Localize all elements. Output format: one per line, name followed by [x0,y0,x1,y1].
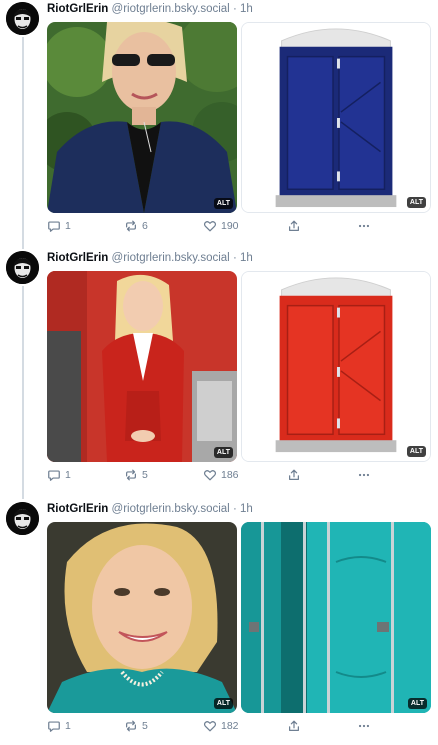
post-time[interactable]: 1h [240,3,253,15]
like-count: 186 [221,469,239,481]
alt-badge[interactable]: ALT [407,698,427,709]
separator: · [232,252,237,264]
avatar[interactable] [6,502,39,535]
more-options-button[interactable] [357,218,371,234]
repost-button[interactable]: 5 [124,718,148,734]
post[interactable]: RiotGrlErin @riotgrlerin.bsky.social · 1… [0,250,438,500]
photo-woman-red-suit[interactable]: ALT [47,271,237,462]
photo-portable-toilet[interactable]: ALT [241,271,431,462]
reply-count: 1 [65,720,71,732]
image-grid: ALT ALT [47,271,432,462]
more-dots-icon [358,724,370,728]
speech-bubble-icon [48,721,60,732]
alt-badge[interactable]: ALT [406,446,426,457]
repost-arrows-icon [126,720,136,732]
repost-arrows-icon [126,220,136,232]
share-icon [289,720,299,731]
alt-badge[interactable]: ALT [213,447,233,458]
author-name[interactable]: RiotGrlErin [47,3,108,15]
author-handle[interactable]: @riotgrlerin.bsky.social [112,503,230,515]
author-handle[interactable]: @riotgrlerin.bsky.social [112,3,230,15]
speech-bubble-icon [48,221,60,232]
heart-icon [203,470,217,481]
separator: · [232,503,237,515]
alt-badge[interactable]: ALT [406,197,426,208]
reply-button[interactable]: 1 [47,718,71,734]
post-actions: 1 5 186 [47,467,432,483]
more-dots-icon [358,224,370,228]
post[interactable]: RiotGrlErin @riotgrlerin.bsky.social · 1… [0,501,438,745]
post-actions: 1 6 190 [47,218,432,234]
heart-icon [203,721,217,732]
speech-bubble-icon [48,470,60,481]
alt-badge[interactable]: ALT [213,198,233,209]
more-dots-icon [358,473,370,477]
share-icon [289,469,299,480]
repost-count: 5 [142,720,148,732]
photo-portable-toilets[interactable]: ALT [241,522,431,713]
post-time[interactable]: 1h [240,503,253,515]
heart-icon [203,221,217,232]
post-header: RiotGrlErin @riotgrlerin.bsky.social · 1… [47,250,253,266]
reply-count: 1 [65,469,71,481]
like-button[interactable]: 186 [203,467,239,483]
avatar[interactable] [6,251,39,284]
repost-count: 6 [142,220,148,232]
avatar[interactable] [6,2,39,35]
share-button[interactable] [287,218,301,234]
share-button[interactable] [287,467,301,483]
share-button[interactable] [287,718,301,734]
separator: · [232,3,237,15]
repost-arrows-icon [126,469,136,481]
post-time[interactable]: 1h [240,252,253,264]
photo-woman-teal-top[interactable]: ALT [47,522,237,713]
reply-button[interactable]: 1 [47,218,71,234]
post-header: RiotGrlErin @riotgrlerin.bsky.social · 1… [47,1,253,17]
reply-count: 1 [65,220,71,232]
photo-portable-toilet[interactable]: ALT [241,22,431,213]
repost-button[interactable]: 6 [124,218,148,234]
like-button[interactable]: 190 [203,218,239,234]
author-name[interactable]: RiotGrlErin [47,252,108,264]
repost-button[interactable]: 5 [124,467,148,483]
photo-woman-navy-blazer[interactable]: ALT [47,22,237,213]
post-actions: 1 5 182 [47,718,432,734]
like-button[interactable]: 182 [203,718,239,734]
like-count: 182 [221,720,239,732]
like-count: 190 [221,220,239,232]
post-header: RiotGrlErin @riotgrlerin.bsky.social · 1… [47,501,253,517]
author-name[interactable]: RiotGrlErin [47,503,108,515]
alt-badge[interactable]: ALT [213,698,233,709]
share-icon [289,220,299,231]
reply-button[interactable]: 1 [47,467,71,483]
image-grid: ALT ALT [47,522,432,713]
image-grid: ALT ALT [47,22,432,213]
more-options-button[interactable] [357,467,371,483]
author-handle[interactable]: @riotgrlerin.bsky.social [112,252,230,264]
more-options-button[interactable] [357,718,371,734]
repost-count: 5 [142,469,148,481]
post[interactable]: RiotGrlErin @riotgrlerin.bsky.social · 1… [0,1,438,251]
